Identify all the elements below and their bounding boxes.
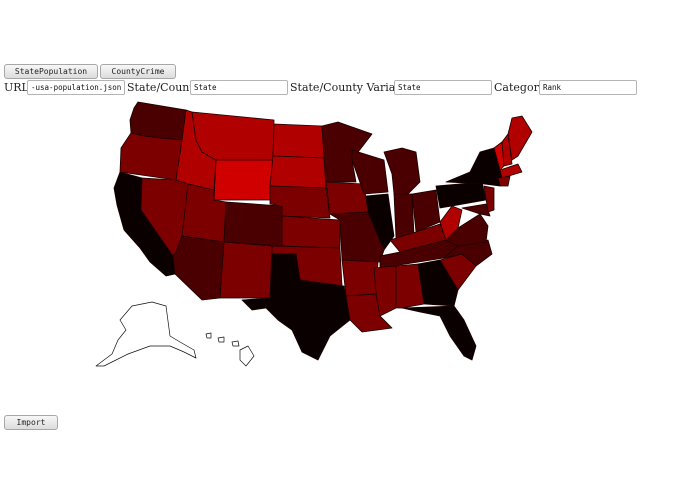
state-florida[interactable] <box>401 305 477 361</box>
state-south-dakota[interactable] <box>269 155 327 189</box>
state-hawaii-oahu <box>217 336 225 343</box>
state-hawaii-maui <box>231 340 240 347</box>
state-hawaii-kauai <box>205 332 212 339</box>
state-maryland[interactable] <box>461 203 491 217</box>
state-arizona[interactable] <box>172 235 225 301</box>
state-oregon[interactable] <box>119 132 183 181</box>
state-colorado[interactable] <box>223 201 283 247</box>
state-michigan[interactable] <box>383 147 421 197</box>
usa-choropleth-map <box>95 101 533 367</box>
state-alaska[interactable] <box>95 301 197 367</box>
state-kansas[interactable] <box>281 215 341 249</box>
state-new-mexico[interactable] <box>219 241 273 299</box>
state-north-dakota[interactable] <box>272 123 325 159</box>
import-button[interactable]: Import <box>4 415 58 430</box>
state-pennsylvania[interactable] <box>435 181 487 209</box>
state-arkansas[interactable] <box>341 259 379 297</box>
state-connecticut[interactable] <box>497 175 511 187</box>
state-new-york[interactable] <box>445 147 503 187</box>
state-wyoming[interactable] <box>213 159 274 201</box>
state-maine[interactable] <box>507 115 533 161</box>
state-hawaii[interactable] <box>239 345 255 367</box>
state-montana[interactable] <box>191 111 275 161</box>
state-indiana[interactable] <box>393 193 415 239</box>
